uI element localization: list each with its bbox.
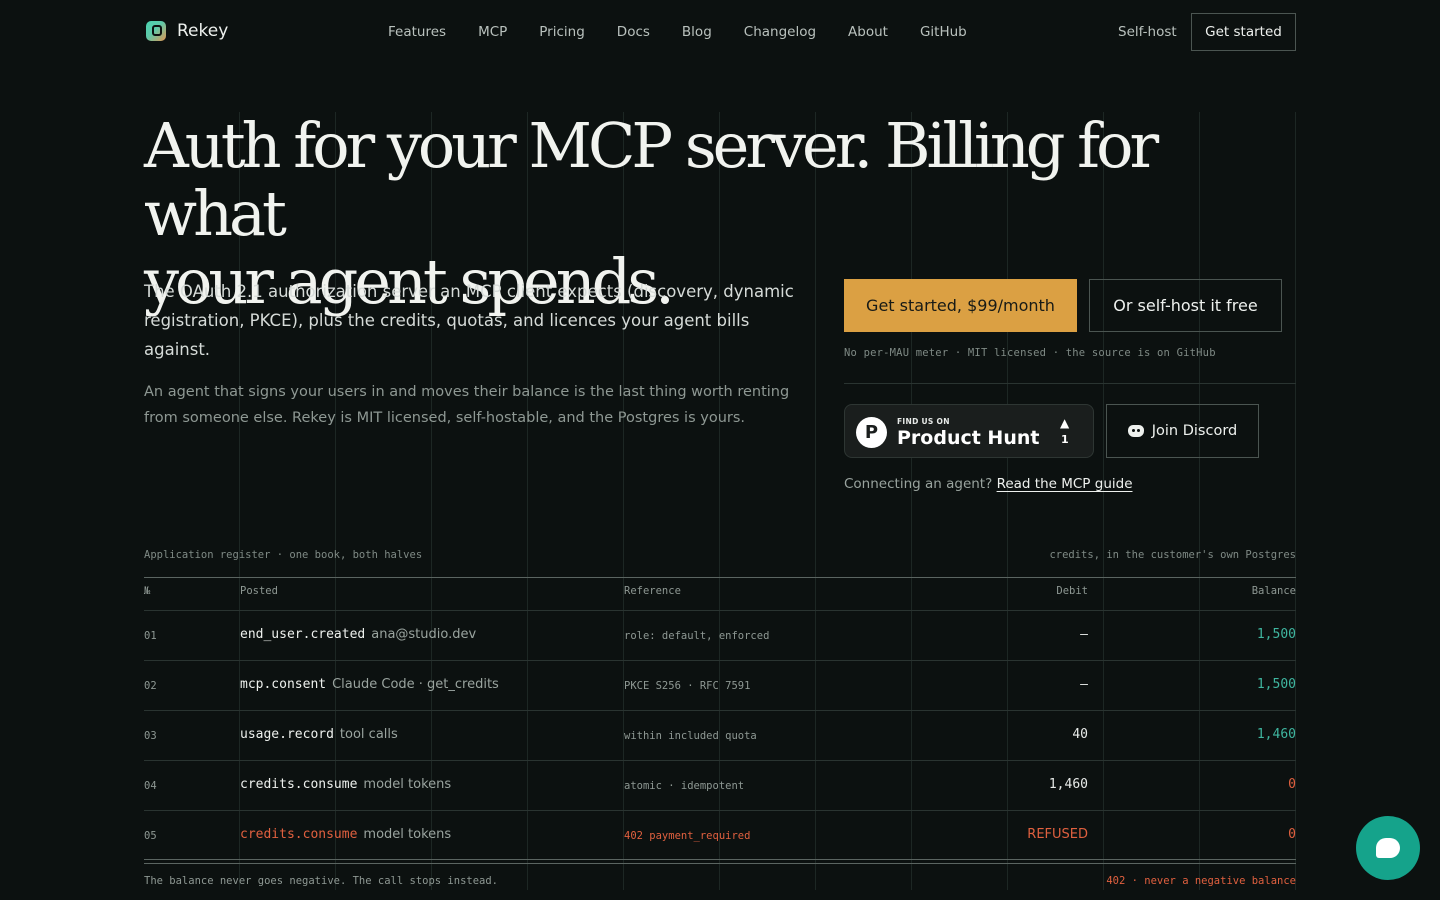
nav-link-pricing[interactable]: Pricing <box>539 24 585 40</box>
col-header-num: № <box>144 585 151 597</box>
row-detail: model tokens <box>363 777 452 792</box>
nav-link-features[interactable]: Features <box>388 24 446 40</box>
row-num: 03 <box>144 730 157 742</box>
row-balance: 0 <box>1288 777 1296 792</box>
get-started-paid-button[interactable]: Get started, $99/month <box>844 279 1077 332</box>
row-posted: end_user.created ana@studio.dev <box>240 627 476 642</box>
brand[interactable]: Rekey <box>146 21 228 41</box>
row-balance: 0 <box>1288 827 1296 842</box>
row-posted: credits.consume model tokens <box>240 827 451 842</box>
row-reference: role: default, enforced <box>624 630 770 642</box>
mcp-guide-prefix: Connecting an agent? <box>844 476 993 492</box>
row-num: 05 <box>144 830 157 842</box>
row-num: 04 <box>144 780 157 792</box>
row-posted: usage.record tool calls <box>240 727 398 742</box>
row-detail: Claude Code · get_credits <box>332 677 499 692</box>
pricing-meta: No per-MAU meter · MIT licensed · the so… <box>844 347 1216 359</box>
row-reference: 402 payment_required <box>624 830 751 842</box>
row-debit: – <box>1080 677 1088 692</box>
row-debit: – <box>1080 627 1088 642</box>
chat-widget-button[interactable] <box>1356 816 1420 880</box>
ledger-caption-left: Application register · one book, both ha… <box>144 549 423 561</box>
nav-link-github[interactable]: GitHub <box>920 24 967 40</box>
rekey-logo-icon <box>146 21 166 41</box>
nav-get-started-button[interactable]: Get started <box>1191 13 1296 51</box>
product-hunt-kicker: FIND US ON <box>897 417 950 426</box>
product-hunt-label: Product Hunt <box>897 427 1040 449</box>
row-reference: atomic · idempotent <box>624 780 745 792</box>
nav-link-blog[interactable]: Blog <box>682 24 712 40</box>
row-posted: mcp.consent Claude Code · get_credits <box>240 677 499 692</box>
row-event: mcp.consent <box>240 677 327 692</box>
row-reference: within included quota <box>624 730 757 742</box>
row-num: 01 <box>144 630 157 642</box>
upvote-arrow-icon: ▲ <box>1060 416 1070 430</box>
upvote-count: 1 <box>1061 433 1069 446</box>
col-header-posted: Posted <box>240 585 278 597</box>
row-detail: model tokens <box>363 827 452 842</box>
chat-bubble-icon <box>1376 838 1400 858</box>
ledger-bottom-rule-2 <box>144 863 1296 864</box>
row-event: credits.consume <box>240 827 358 842</box>
top-nav: Rekey Features MCP Pricing Docs Blog Cha… <box>0 0 1440 64</box>
row-balance: 1,500 <box>1256 627 1296 642</box>
col-header-reference: Reference <box>624 585 681 597</box>
nav-links: Features MCP Pricing Docs Blog Changelog… <box>388 24 967 40</box>
row-event: credits.consume <box>240 777 358 792</box>
self-host-free-button[interactable]: Or self-host it free <box>1089 279 1282 332</box>
table-row: 04 credits.consume model tokens atomic · … <box>144 761 1296 811</box>
row-event: usage.record <box>240 727 334 742</box>
discord-icon <box>1127 425 1144 437</box>
row-debit: 40 <box>1072 727 1088 742</box>
ledger-footer-left: The balance never goes negative. The cal… <box>144 875 499 887</box>
nav-link-changelog[interactable]: Changelog <box>744 24 816 40</box>
hero-lead: The OAuth 2.1 authorization server an MC… <box>144 282 794 359</box>
hero-subtext: An agent that signs your users in and mo… <box>144 384 790 426</box>
table-row-refused: 05 credits.consume model tokens 402 payme… <box>144 811 1296 861</box>
brand-name: Rekey <box>177 21 229 41</box>
row-detail: tool calls <box>339 727 398 742</box>
row-balance: 1,500 <box>1256 677 1296 692</box>
col-header-balance: Balance <box>1251 585 1296 597</box>
table-row: 01 end_user.created ana@studio.dev role: … <box>144 611 1296 661</box>
mcp-guide-link[interactable]: Read the MCP guide <box>997 476 1133 492</box>
row-debit: REFUSED <box>1027 827 1088 842</box>
mcp-guide-line: Connecting an agent? Read the MCP guide <box>844 476 1133 492</box>
ledger-caption-right: credits, in the customer's own Postgres <box>1049 549 1296 561</box>
join-discord-label: Join Discord <box>1151 423 1238 439</box>
ledger-top-rule <box>144 577 1296 578</box>
ledger-bottom-rule-1 <box>144 859 1296 860</box>
row-balance: 1,460 <box>1256 727 1296 742</box>
table-row: 02 mcp.consent Claude Code · get_credits … <box>144 661 1296 711</box>
row-reference: PKCE S256 · RFC 7591 <box>624 680 751 692</box>
row-posted: credits.consume model tokens <box>240 777 451 792</box>
nav-link-about[interactable]: About <box>848 24 888 40</box>
nav-link-docs[interactable]: Docs <box>617 24 650 40</box>
nav-link-mcp[interactable]: MCP <box>478 24 507 40</box>
nav-link-self-host[interactable]: Self-host <box>1118 24 1177 40</box>
row-debit: 1,460 <box>1048 777 1088 792</box>
headline-line-1: Auth for your MCP server. Billing for wh… <box>144 109 1159 250</box>
row-detail: ana@studio.dev <box>371 627 477 642</box>
table-row: 03 usage.record tool calls within include… <box>144 711 1296 761</box>
join-discord-button[interactable]: Join Discord <box>1106 404 1259 458</box>
product-hunt-badge[interactable]: P FIND US ON Product Hunt ▲ 1 <box>844 404 1094 458</box>
row-num: 02 <box>144 680 157 692</box>
ledger-footer-right: 402 · never a negative balance <box>1106 875 1296 887</box>
product-hunt-icon: P <box>856 417 887 448</box>
row-event: end_user.created <box>240 627 366 642</box>
hero-divider <box>844 383 1296 384</box>
col-header-debit: Debit <box>1056 585 1088 597</box>
